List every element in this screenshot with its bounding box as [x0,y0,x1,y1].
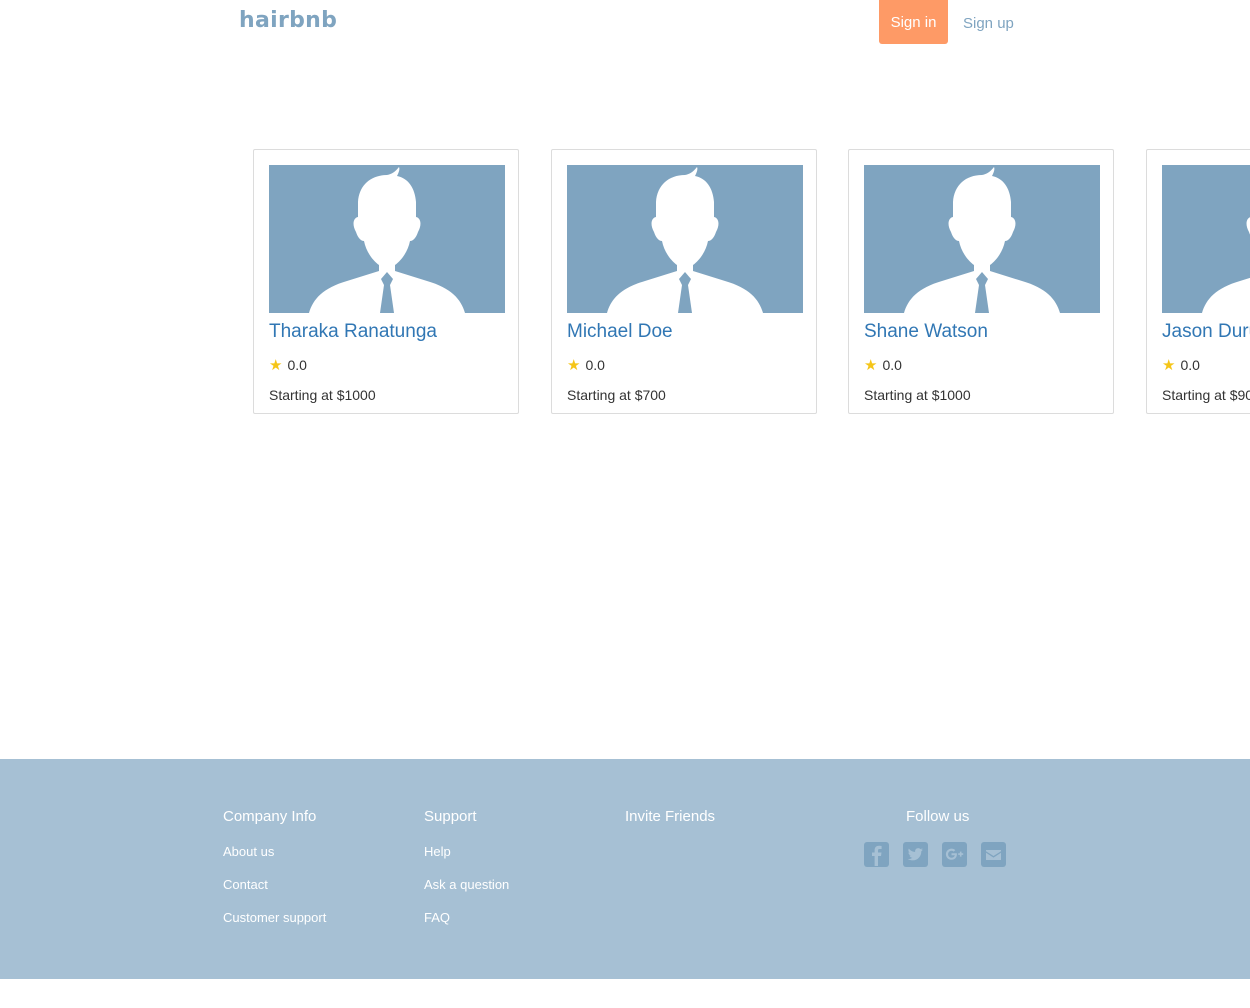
footer-link-ask-question[interactable]: Ask a question [424,877,509,892]
rating: ★ 0.0 [1162,357,1200,373]
rating: ★ 0.0 [864,357,902,373]
rating-value: 0.0 [1180,357,1200,373]
footer: Company Info About us Contact Customer s… [0,759,1250,979]
stylist-card[interactable]: Tharaka Ranatunga ★ 0.0 Starting at $100… [253,149,519,414]
price-label: Starting at $90 [1162,387,1250,403]
twitter-icon[interactable] [903,842,928,867]
page: hairbnb Sign in Sign up Tharaka Ranatung… [0,0,1250,1008]
price-label: Starting at $1000 [864,387,971,403]
avatar-placeholder-icon[interactable] [1162,165,1250,313]
stylist-name[interactable]: Jason Duru [1162,321,1250,343]
footer-link-customer-support[interactable]: Customer support [223,910,326,925]
price-label: Starting at $700 [567,387,666,403]
star-icon: ★ [1162,356,1176,374]
sign-in-button[interactable]: Sign in [879,0,948,44]
stylist-card[interactable]: Michael Doe ★ 0.0 Starting at $700 [551,149,817,414]
footer-heading: Follow us [906,808,970,825]
footer-follow-column: Follow us [906,808,969,825]
price-label: Starting at $1000 [269,387,376,403]
stylist-card[interactable]: Jason Duru ★ 0.0 Starting at $90 [1146,149,1250,414]
logo[interactable]: hairbnb [239,8,337,33]
footer-link-faq[interactable]: FAQ [424,910,509,925]
star-icon: ★ [864,356,878,374]
stylist-name[interactable]: Tharaka Ranatunga [269,321,437,343]
footer-heading: Company Info [223,808,317,825]
star-icon: ★ [567,356,581,374]
footer-company-column: Company Info About us Contact Customer s… [223,808,326,925]
social-icons [864,842,1020,867]
footer-support-column: Support Help Ask a question FAQ [424,808,509,925]
email-icon[interactable] [981,842,1006,867]
avatar-placeholder-icon[interactable] [567,165,803,313]
facebook-icon[interactable] [864,842,889,867]
avatar-placeholder-icon[interactable] [864,165,1100,313]
rating: ★ 0.0 [269,357,307,373]
footer-heading-invite[interactable]: Invite Friends [625,808,715,825]
sign-up-link[interactable]: Sign up [963,15,1014,32]
footer-link-contact[interactable]: Contact [223,877,326,892]
footer-link-help[interactable]: Help [424,844,509,859]
star-icon: ★ [269,356,283,374]
stylist-name[interactable]: Michael Doe [567,321,673,343]
rating-value: 0.0 [287,357,307,373]
footer-link-about[interactable]: About us [223,844,326,859]
rating: ★ 0.0 [567,357,605,373]
rating-value: 0.0 [882,357,902,373]
stylist-card-list: Tharaka Ranatunga ★ 0.0 Starting at $100… [0,149,1250,419]
google-plus-icon[interactable] [942,842,967,867]
stylist-name[interactable]: Shane Watson [864,321,988,343]
avatar-placeholder-icon[interactable] [269,165,505,313]
footer-heading: Support [424,808,477,825]
stylist-card[interactable]: Shane Watson ★ 0.0 Starting at $1000 [848,149,1114,414]
footer-invite-column: Invite Friends [625,808,715,825]
header: hairbnb Sign in Sign up [0,0,1250,50]
rating-value: 0.0 [585,357,605,373]
